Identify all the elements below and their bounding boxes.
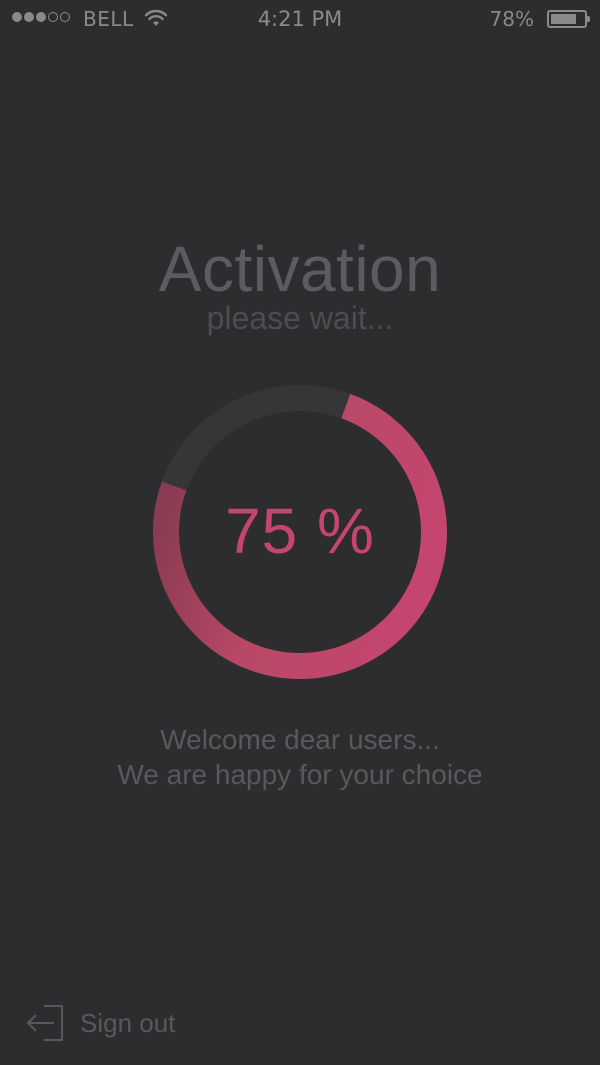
activation-screen: BELL 4:21 PM 78% Activation please wait.…: [0, 0, 600, 1065]
page-title: Activation: [158, 233, 442, 305]
welcome-line-1: Welcome dear users...: [160, 724, 440, 755]
status-bar: BELL 4:21 PM 78%: [0, 0, 600, 40]
sign-out-label: Sign out: [80, 1007, 176, 1038]
page-subtitle: please wait...: [206, 300, 394, 336]
battery-icon: [547, 10, 590, 28]
welcome-message: Welcome dear users... We are happy for y…: [0, 722, 600, 792]
sign-out-icon: [26, 1005, 63, 1041]
progress-percent: 75 %: [225, 495, 375, 567]
battery-level: [551, 14, 576, 24]
welcome-line-2: We are happy for your choice: [117, 759, 483, 790]
battery-percent: 78%: [489, 7, 534, 31]
sign-out-button[interactable]: Sign out: [26, 1003, 175, 1043]
